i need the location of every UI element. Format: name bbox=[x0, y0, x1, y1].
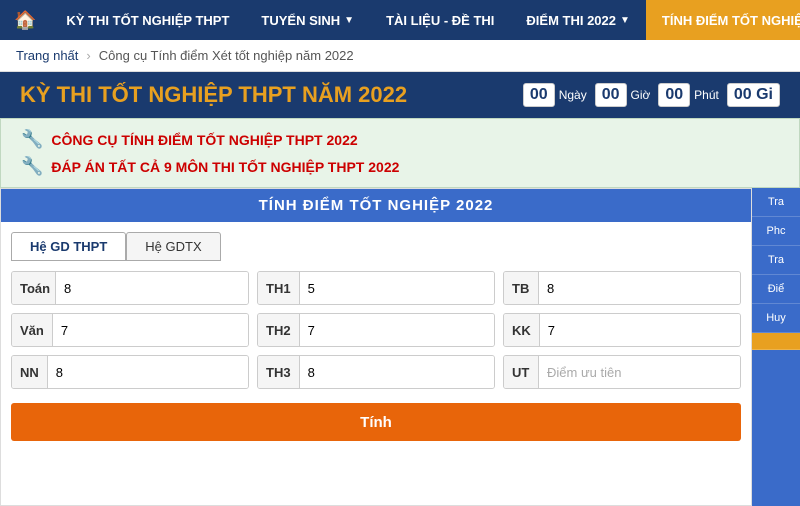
tool1-icon: 🔧 bbox=[21, 129, 43, 150]
kk-label: KK bbox=[504, 314, 540, 346]
score-row-tb: TB bbox=[503, 271, 741, 305]
hero-section: KỲ THI TỐT NGHIỆP THPT NĂM 2022 00 Ngày … bbox=[0, 72, 800, 118]
tab-he-gdtx[interactable]: Hệ GDTX bbox=[126, 232, 220, 261]
countdown-minutes: 00 bbox=[658, 83, 690, 107]
tool1-label: CÔNG CỤ TÍNH ĐIỂM TỐT NGHIỆP THPT 2022 bbox=[51, 132, 357, 148]
breadcrumb-home[interactable]: Trang nhất bbox=[16, 48, 78, 63]
tools-banner: 🔧 CÔNG CỤ TÍNH ĐIỂM TỐT NGHIỆP THPT 2022… bbox=[0, 118, 800, 188]
sidebar-item-tra1[interactable]: Tra bbox=[752, 188, 800, 217]
score-row-th3: TH3 bbox=[257, 355, 495, 389]
calculator-panel: TÍNH ĐIỂM TỐT NGHIỆP 2022 Hệ GD THPT Hệ … bbox=[0, 188, 752, 506]
score-row-th1: TH1 bbox=[257, 271, 495, 305]
tb-input[interactable] bbox=[539, 272, 740, 304]
score-row-van: Văn bbox=[11, 313, 249, 347]
content-wrapper: TÍNH ĐIỂM TỐT NGHIỆP 2022 Hệ GD THPT Hệ … bbox=[0, 188, 800, 506]
nav-tuyen-sinh[interactable]: TUYỂN SINH ▼ bbox=[245, 0, 370, 40]
score-grid: Toán TH1 TB Văn TH2 KK bbox=[1, 261, 751, 399]
breadcrumb-sep: › bbox=[86, 48, 90, 63]
th2-label: TH2 bbox=[258, 314, 300, 346]
toan-input[interactable] bbox=[56, 272, 248, 304]
breadcrumb: Trang nhất › Công cụ Tính điểm Xét tốt n… bbox=[0, 40, 800, 72]
countdown-seconds: 00 Gi bbox=[727, 83, 780, 107]
van-input[interactable] bbox=[53, 314, 248, 346]
th3-input[interactable] bbox=[300, 356, 494, 388]
nav-diem-thi[interactable]: ĐIỂM THI 2022 ▼ bbox=[510, 0, 646, 40]
ut-label: UT bbox=[504, 356, 539, 388]
th1-input[interactable] bbox=[300, 272, 494, 304]
tool-link-2[interactable]: 🔧 ĐÁP ÁN TẤT CẢ 9 MÔN THI TỐT NGHIỆP THP… bbox=[21, 156, 779, 177]
score-row-kk: KK bbox=[503, 313, 741, 347]
calc-header: TÍNH ĐIỂM TỐT NGHIỆP 2022 bbox=[1, 189, 751, 222]
tool2-label: ĐÁP ÁN TẤT CẢ 9 MÔN THI TỐT NGHIỆP THPT … bbox=[51, 159, 399, 175]
nav-tai-lieu[interactable]: TÀI LIỆU - ĐỀ THI bbox=[370, 0, 510, 40]
nn-label: NN bbox=[12, 356, 48, 388]
sidebar-item-huy[interactable]: Huy bbox=[752, 304, 800, 333]
th3-label: TH3 bbox=[258, 356, 300, 388]
tabs: Hệ GD THPT Hệ GDTX bbox=[1, 222, 751, 261]
toan-label: Toán bbox=[12, 272, 56, 304]
countdown-days: 00 bbox=[523, 83, 555, 107]
sidebar-item-phc[interactable]: Phc bbox=[752, 217, 800, 246]
kk-input[interactable] bbox=[540, 314, 740, 346]
countdown: 00 Ngày 00 Giờ 00 Phút 00 Gi bbox=[523, 83, 780, 107]
nav-tinh-diem[interactable]: TÍNH ĐIỂM TỐT NGHIỆP bbox=[646, 0, 800, 40]
tinh-button[interactable]: Tính bbox=[11, 403, 741, 441]
score-row-toan: Toán bbox=[11, 271, 249, 305]
tab-he-gd-thpt[interactable]: Hệ GD THPT bbox=[11, 232, 126, 261]
breadcrumb-current: Công cụ Tính điểm Xét tốt nghiệp năm 202… bbox=[99, 48, 354, 63]
tool2-icon: 🔧 bbox=[21, 156, 43, 177]
th1-label: TH1 bbox=[258, 272, 300, 304]
hero-title: KỲ THI TỐT NGHIỆP THPT NĂM 2022 bbox=[20, 82, 407, 108]
tb-label: TB bbox=[504, 272, 539, 304]
days-label: Ngày bbox=[559, 88, 587, 102]
navbar: 🏠 KỲ THI TỐT NGHIỆP THPT TUYỂN SINH ▼ TÀ… bbox=[0, 0, 800, 40]
van-label: Văn bbox=[12, 314, 53, 346]
tool-link-1[interactable]: 🔧 CÔNG CỤ TÍNH ĐIỂM TỐT NGHIỆP THPT 2022 bbox=[21, 129, 779, 150]
sidebar-item-tra2[interactable]: Tra bbox=[752, 246, 800, 275]
hours-label: Giờ bbox=[631, 88, 651, 102]
score-row-nn: NN bbox=[11, 355, 249, 389]
countdown-hours: 00 bbox=[595, 83, 627, 107]
th2-input[interactable] bbox=[300, 314, 494, 346]
score-row-ut: UT bbox=[503, 355, 741, 389]
chevron-down-icon: ▼ bbox=[344, 15, 354, 26]
ut-input[interactable] bbox=[539, 356, 740, 388]
sidebar-item-die[interactable]: Điể bbox=[752, 275, 800, 304]
nn-input[interactable] bbox=[48, 356, 248, 388]
home-button[interactable]: 🏠 bbox=[0, 0, 50, 40]
minutes-label: Phút bbox=[694, 88, 719, 102]
sidebar-item-orange[interactable] bbox=[752, 333, 800, 350]
score-row-th2: TH2 bbox=[257, 313, 495, 347]
sidebar: Tra Phc Tra Điể Huy bbox=[752, 188, 800, 506]
chevron-down-icon: ▼ bbox=[620, 15, 630, 26]
nav-ky-thi[interactable]: KỲ THI TỐT NGHIỆP THPT bbox=[50, 0, 245, 40]
